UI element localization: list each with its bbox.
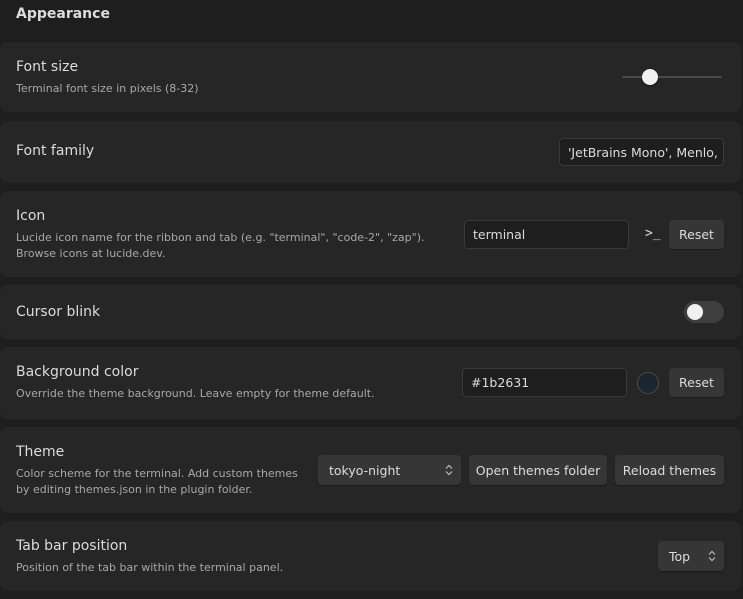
reload-themes-button[interactable]: Reload themes	[615, 455, 724, 485]
slider-thumb[interactable]	[642, 69, 658, 85]
chevron-up-down-icon	[708, 550, 716, 562]
setting-theme: Theme Color scheme for the terminal. Add…	[0, 427, 741, 513]
chevron-up-down-icon	[445, 464, 453, 476]
setting-name: Font size	[16, 59, 79, 75]
setting-description: Position of the tab bar within the termi…	[16, 561, 284, 574]
setting-description: Override the theme background. Leave emp…	[16, 387, 375, 400]
slider-track	[622, 76, 722, 78]
setting-name: Theme	[16, 444, 65, 460]
icon-reset-button[interactable]: Reset	[669, 220, 724, 249]
section-title: Appearance	[16, 6, 110, 22]
setting-name: Icon	[16, 208, 46, 224]
icon-name-input[interactable]: terminal	[464, 220, 629, 249]
tab-bar-position-select[interactable]: Top	[658, 541, 724, 571]
color-swatch[interactable]	[637, 372, 659, 394]
font-size-slider[interactable]	[620, 67, 724, 87]
setting-name: Background color	[16, 364, 139, 380]
cursor-blink-toggle[interactable]	[684, 301, 724, 323]
toggle-knob	[687, 304, 703, 320]
terminal-icon: >_	[645, 226, 661, 241]
setting-name: Font family	[16, 143, 95, 159]
setting-background-color: Background color Override the theme back…	[0, 347, 741, 419]
background-color-input[interactable]: #1b2631	[462, 368, 627, 397]
theme-select[interactable]: tokyo-night	[318, 455, 461, 485]
theme-select-value: tokyo-night	[329, 462, 401, 478]
setting-font-family: Font family 'JetBrains Mono', Menlo, Mon…	[0, 121, 741, 183]
setting-cursor-blink: Cursor blink	[0, 285, 741, 339]
font-family-input[interactable]: 'JetBrains Mono', Menlo, Monaco, monospa…	[559, 138, 724, 166]
tab-bar-position-value: Top	[669, 548, 691, 564]
setting-description: Terminal font size in pixels (8-32)	[16, 82, 199, 95]
setting-tab-bar-position: Tab bar position Position of the tab bar…	[0, 521, 741, 591]
setting-font-size: Font size Terminal font size in pixels (…	[0, 42, 741, 112]
setting-description: Color scheme for the terminal. Add custo…	[16, 467, 298, 496]
setting-description: Lucide icon name for the ribbon and tab …	[16, 231, 425, 260]
setting-name: Cursor blink	[16, 304, 101, 320]
background-color-reset-button[interactable]: Reset	[669, 368, 724, 397]
open-themes-folder-button[interactable]: Open themes folder	[469, 455, 607, 485]
setting-icon: Icon Lucide icon name for the ribbon and…	[0, 191, 741, 277]
setting-name: Tab bar position	[16, 538, 128, 554]
